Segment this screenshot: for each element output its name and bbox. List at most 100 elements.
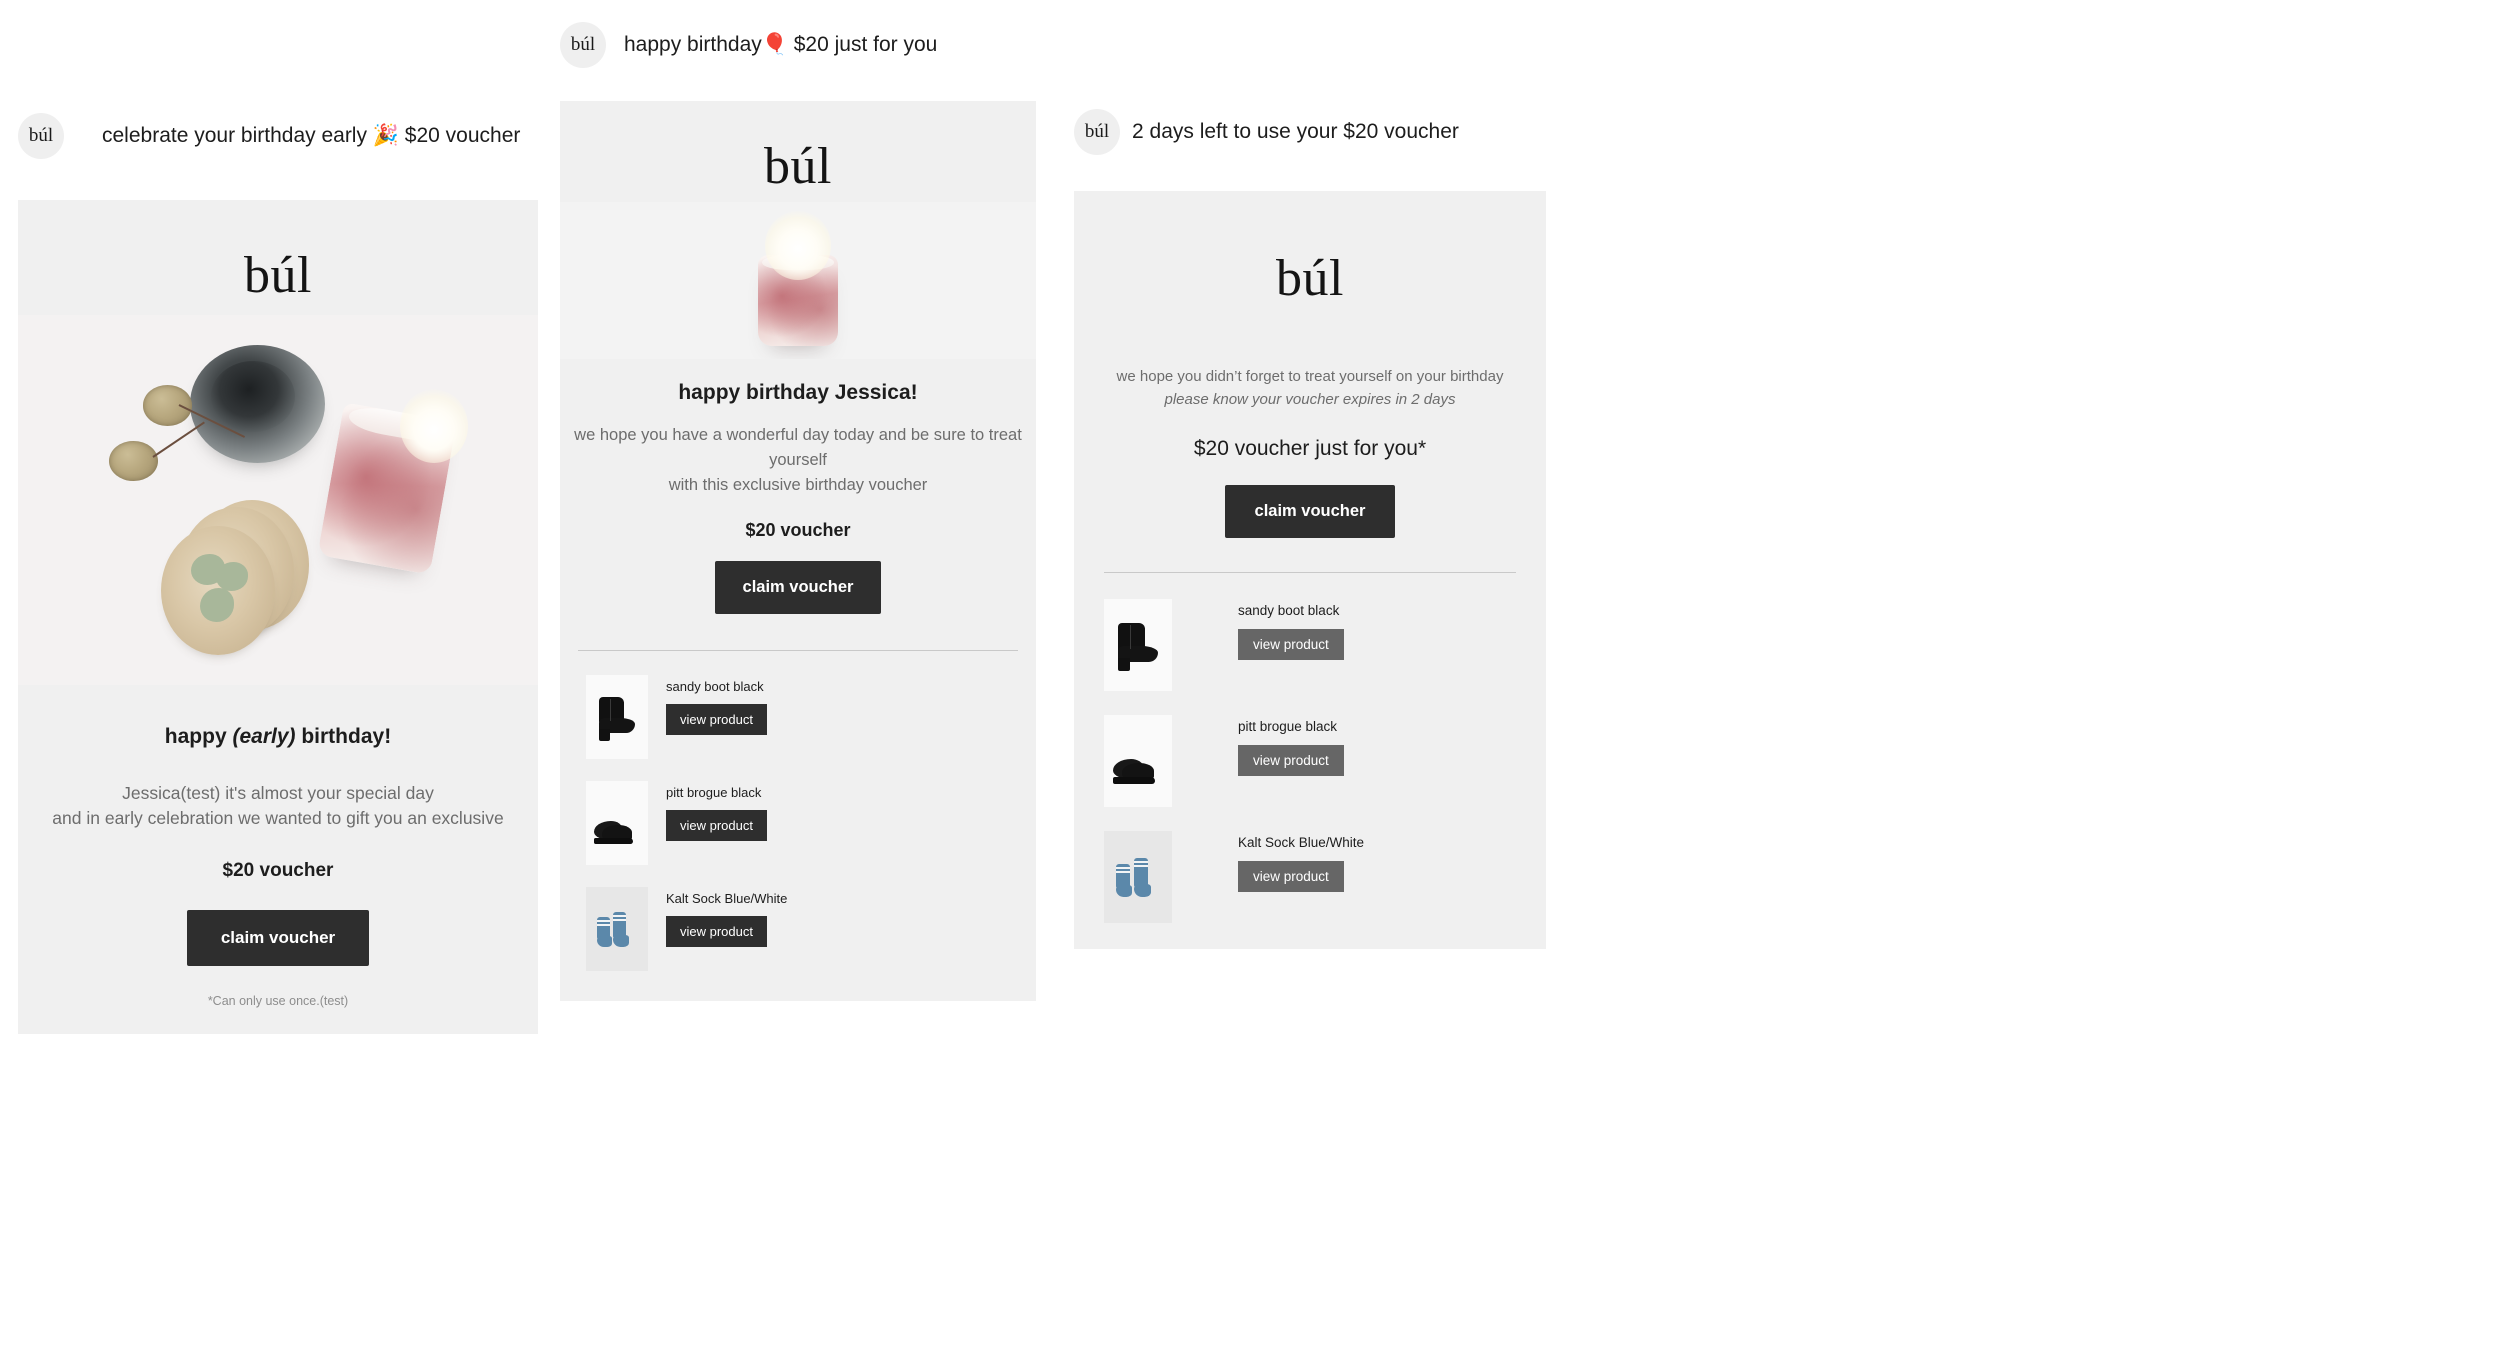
cta-container: claim voucher [18, 909, 538, 966]
pressed-leaf-shape-3 [199, 588, 235, 622]
product-name: Kalt Sock Blue/White [1238, 835, 1365, 850]
email-body-line-1: we hope you have a wonderful day today a… [574, 426, 1022, 469]
brand-logo: búl [1276, 250, 1344, 307]
product-row: Kalt Sock Blue/White view product [586, 887, 1010, 972]
product-thumbnail[interactable] [1104, 831, 1172, 923]
product-name: sandy boot black [666, 679, 764, 695]
product-row: sandy boot black view product [1104, 599, 1516, 691]
avatar-logo-text: búl [570, 34, 596, 55]
pressed-leaf-shape-2 [215, 562, 248, 591]
view-product-button[interactable]: view product [1238, 629, 1344, 660]
boot-heel [599, 729, 610, 742]
sock-cuff-stripe [1116, 867, 1130, 869]
expiry-emphasis-text: please know your voucher expires in 2 da… [1164, 390, 1456, 408]
view-product-button[interactable]: view product [666, 810, 767, 842]
product-thumbnail[interactable] [1104, 599, 1172, 691]
product-thumbnail[interactable] [586, 887, 648, 972]
email-preview-voucher-expiring: búl 2 days left to use your $20 voucher … [1074, 108, 2474, 949]
sock-cuff-stripe [613, 919, 626, 922]
brogue-illustration [586, 781, 648, 865]
product-info: sandy boot black view product [1238, 599, 1344, 660]
view-product-button[interactable]: view product [666, 916, 767, 948]
email-subject-text[interactable]: happy birthday🎈 $20 just for you [624, 33, 937, 57]
email-body-card: búl we hope you didn’t forget to treat y… [1074, 191, 1546, 949]
email-body-line-1: Jessica(test) it's almost your special d… [122, 783, 434, 803]
product-thumbnail[interactable] [586, 781, 648, 866]
voucher-amount-text: $20 voucher [745, 520, 851, 541]
brand-avatar: búl [18, 113, 64, 159]
brand-avatar: búl [1074, 109, 1120, 155]
sock-cuff-stripe [1134, 865, 1148, 867]
brogue-sole [1113, 777, 1155, 784]
ceramic-bowl-shape [189, 344, 325, 463]
sock-cuff-stripe [597, 920, 610, 923]
product-thumbnail[interactable] [1104, 715, 1172, 807]
sock-cuff-stripe [597, 924, 610, 927]
voucher-amount-text: $20 voucher [222, 859, 334, 881]
headline-emphasis: (early) [232, 725, 296, 748]
email-body-card: búl happy (early) birthday! Jessica(test… [18, 200, 538, 1034]
email-subject-row: búl happy birthday🎈 $20 just for you [560, 22, 1036, 68]
product-list: sandy boot black view product pitt brogu… [560, 675, 1036, 972]
candle-flame-glow [400, 389, 468, 463]
brand-logo: búl [244, 247, 312, 304]
brand-logo: búl [764, 138, 832, 195]
email-preview-happy-birthday: búl happy birthday🎈 $20 just for you búl… [560, 22, 1036, 1002]
product-info: pitt brogue black view product [666, 781, 767, 842]
product-name: Kalt Sock Blue/White [666, 891, 788, 907]
product-info: sandy boot black view product [666, 675, 767, 736]
boot-seam [610, 699, 611, 722]
email-headline: happy birthday Jessica! [678, 381, 918, 404]
dried-pompom-shape-1 [142, 385, 193, 426]
product-row: pitt brogue black view product [1104, 715, 1516, 807]
cta-container: claim voucher [1074, 485, 1546, 538]
product-row: Kalt Sock Blue/White view product [1104, 831, 1516, 923]
voucher-amount-text: $20 voucher just for you* [1193, 437, 1427, 460]
product-info: pitt brogue black view product [1238, 715, 1344, 776]
headline-prefix: happy [164, 725, 233, 748]
email-preview-early-birthday: búl celebrate your birthday early 🎉 $20 … [18, 110, 538, 1034]
email-body-line-2: and in early celebration we wanted to gi… [52, 808, 504, 829]
view-product-button[interactable]: view product [1238, 745, 1344, 776]
section-divider [1104, 572, 1516, 573]
claim-voucher-button[interactable]: claim voucher [1224, 485, 1396, 538]
sock-foot-back [597, 936, 612, 948]
avatar-logo-text: búl [1084, 121, 1110, 142]
product-name: pitt brogue black [666, 785, 762, 801]
email-subject-text[interactable]: celebrate your birthday early 🎉 $20 vouc… [102, 124, 520, 148]
email-body-card: búl happy birthday Jessica! we hope you … [560, 101, 1036, 1002]
email-body-line-1: we hope you didn’t forget to treat yours… [1116, 368, 1504, 385]
sock-illustration [586, 887, 648, 971]
product-thumbnail[interactable] [586, 675, 648, 760]
boot-heel [1118, 658, 1130, 671]
wood-disc-shape-front [161, 525, 276, 656]
brogue-illustration [1104, 715, 1172, 807]
sock-cuff-stripe [1134, 861, 1148, 863]
sock-foot-front [613, 935, 629, 948]
dried-stem-shape-2 [152, 420, 206, 458]
avatar-logo-text: búl [28, 125, 54, 146]
screenshot-root: búl celebrate your birthday early 🎉 $20 … [0, 0, 2500, 1361]
product-row: pitt brogue black view product [586, 781, 1010, 866]
email-subject-text[interactable]: 2 days left to use your $20 voucher [1132, 120, 1459, 144]
product-row: sandy boot black view product [586, 675, 1010, 760]
email-subject-row: búl celebrate your birthday early 🎉 $20 … [18, 110, 538, 162]
claim-voucher-button[interactable]: claim voucher [186, 909, 370, 966]
email-body-line-2: with this exclusive birthday voucher [668, 475, 928, 494]
sock-cuff-stripe [613, 915, 626, 918]
product-info: Kalt Sock Blue/White view product [666, 887, 788, 948]
sock-foot-back [1116, 885, 1132, 897]
claim-voucher-button[interactable]: claim voucher [714, 561, 882, 615]
sock-illustration [1104, 831, 1172, 923]
brand-avatar: búl [560, 22, 606, 68]
boot-illustration [586, 675, 648, 759]
email-footnote: *Can only use once.(test) [207, 993, 349, 1008]
view-product-button[interactable]: view product [666, 704, 767, 736]
view-product-button[interactable]: view product [1238, 861, 1344, 892]
sock-foot-front [1134, 884, 1151, 897]
dried-pompom-shape-2 [109, 440, 159, 482]
hero-image-lit-candle [560, 202, 1036, 359]
product-info: Kalt Sock Blue/White view product [1238, 831, 1364, 892]
product-name: sandy boot black [1238, 603, 1340, 618]
brogue-sole [594, 838, 633, 845]
